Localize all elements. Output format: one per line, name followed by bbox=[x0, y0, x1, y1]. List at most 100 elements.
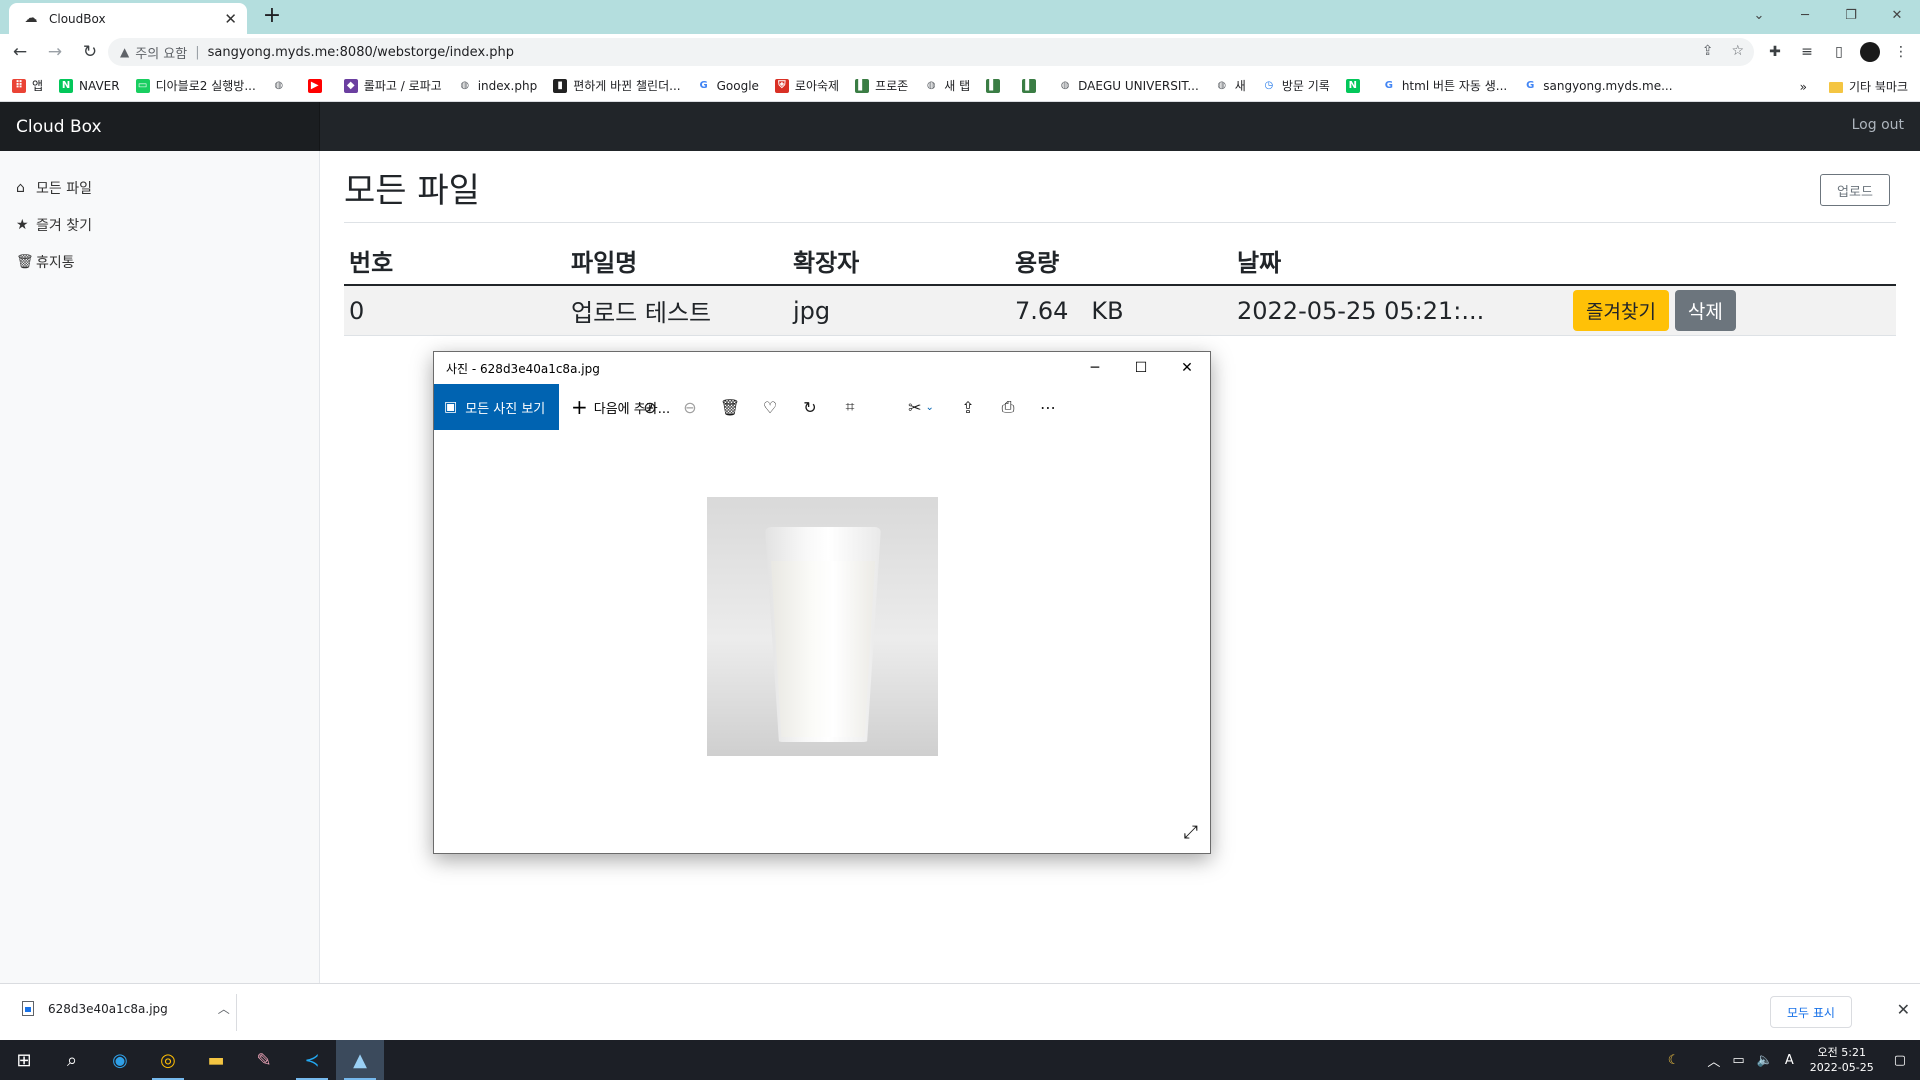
bookmark-star-icon[interactable]: ☆ bbox=[1731, 43, 1744, 59]
close-window-icon[interactable]: ✕ bbox=[1874, 0, 1920, 30]
heart-icon[interactable]: ♡ bbox=[755, 384, 785, 430]
photos-app-icon[interactable]: ▲ bbox=[336, 1040, 384, 1080]
glass-shape bbox=[765, 527, 881, 742]
volume-icon[interactable]: 🔈 bbox=[1757, 1053, 1773, 1068]
close-icon[interactable]: ✕ bbox=[1897, 1000, 1910, 1019]
zoom-in-icon[interactable]: ⊕ bbox=[635, 384, 665, 430]
share-icon[interactable]: ⇪ bbox=[953, 384, 983, 430]
windows-start-icon[interactable]: ⊞ bbox=[0, 1040, 48, 1080]
bookmark-item[interactable]: N NAVER bbox=[59, 78, 120, 93]
bookmark-item[interactable]: ▭ 디아블로2 실행방... bbox=[135, 77, 256, 94]
browser-tab[interactable]: ☁ CloudBox ✕ bbox=[9, 3, 247, 34]
delete-icon[interactable]: 🗑 bbox=[715, 384, 745, 430]
search-icon[interactable]: ⌕ bbox=[48, 1040, 96, 1080]
bookmark-item[interactable]: ◆ 롤파고 / 로파고 bbox=[343, 77, 442, 94]
maximize-icon[interactable]: ☐ bbox=[1118, 352, 1164, 384]
print-icon[interactable]: ⎙ bbox=[993, 384, 1023, 430]
forward-icon[interactable]: → bbox=[40, 37, 70, 67]
see-all-photos-button[interactable]: ▣ 모든 사진 보기 bbox=[434, 384, 559, 430]
bookmark-item[interactable]: ▮ 편하게 바뀐 챌린더... bbox=[553, 77, 681, 94]
photos-window-controls: ─ ☐ ✕ bbox=[1072, 352, 1210, 384]
fullscreen-icon[interactable]: ⤢ bbox=[1184, 822, 1198, 843]
tab-search-icon[interactable]: ⌄ bbox=[1736, 0, 1782, 30]
bookmark-item[interactable]: Ghtml 버튼 자동 생... bbox=[1382, 77, 1508, 94]
bookmark-label: 새 bbox=[1234, 79, 1246, 93]
cell-filename[interactable]: 업로드 테스트 bbox=[566, 285, 788, 336]
more-bookmarks-button[interactable]: » bbox=[1800, 80, 1807, 94]
tab-close-icon[interactable]: ✕ bbox=[224, 10, 237, 28]
rotate-icon[interactable]: ↻ bbox=[795, 384, 825, 430]
restore-icon[interactable]: ❐ bbox=[1828, 0, 1874, 30]
file-explorer-icon[interactable]: ▬ bbox=[192, 1040, 240, 1080]
profile-avatar[interactable] bbox=[1860, 42, 1880, 62]
vscode-icon[interactable]: ≺ bbox=[288, 1040, 336, 1080]
column-header-filename[interactable]: 파일명 bbox=[566, 237, 788, 286]
edit-create-icon[interactable]: ✂ ⌄ bbox=[901, 384, 941, 430]
minimize-icon[interactable]: ─ bbox=[1782, 0, 1828, 30]
more-icon[interactable]: ⋯ bbox=[1033, 384, 1063, 430]
reload-icon[interactable]: ↻ bbox=[75, 37, 105, 67]
reading-list-icon[interactable]: ≡ bbox=[1796, 38, 1818, 66]
network-icon[interactable]: ▭ bbox=[1732, 1053, 1744, 1068]
column-header-extension[interactable]: 확장자 bbox=[788, 237, 1010, 286]
sidebar-item-favorites[interactable]: ★ 즐겨 찾기 bbox=[0, 206, 319, 243]
show-all-button[interactable]: 모두 표시 bbox=[1770, 996, 1852, 1028]
other-bookmarks-folder[interactable]: 기타 북마크 bbox=[1828, 78, 1908, 95]
night-light-icon[interactable]: ☾ bbox=[1668, 1053, 1680, 1068]
chrome-icon[interactable]: ◎ bbox=[144, 1040, 192, 1080]
new-tab-button[interactable]: + bbox=[260, 5, 284, 29]
table-row[interactable]: 0 업로드 테스트 jpg 7.64 KB 2022-05-25 05:21:.… bbox=[344, 285, 1896, 336]
history-icon: ◷ bbox=[1264, 79, 1274, 91]
edge-icon[interactable]: ◉ bbox=[96, 1040, 144, 1080]
crop-icon[interactable]: ⌗ bbox=[835, 384, 865, 430]
bookmark-item[interactable]: ◍ index.php bbox=[458, 79, 537, 93]
favorite-button[interactable]: 즐겨찾기 bbox=[1573, 290, 1669, 331]
sidebar-item-all-files[interactable]: ⌂ 모든 파일 bbox=[0, 169, 319, 206]
download-item[interactable]: 628d3e40a1c8a.jpg ︿ bbox=[22, 1000, 230, 1017]
side-panel-icon[interactable]: ▯ bbox=[1828, 38, 1850, 66]
brand[interactable]: Cloud Box bbox=[0, 102, 320, 151]
ime-indicator[interactable]: A bbox=[1785, 1053, 1794, 1068]
logout-link[interactable]: Log out bbox=[1852, 117, 1904, 133]
clock[interactable]: 오전 5:21 2022-05-25 bbox=[1810, 1045, 1874, 1075]
bookmark-label: 편하게 바뀐 챌린더... bbox=[573, 79, 681, 93]
star-icon: ★ bbox=[16, 216, 29, 233]
notification-icon[interactable]: ▢ bbox=[1894, 1053, 1906, 1068]
naver-icon: N bbox=[1345, 78, 1360, 93]
column-header-size[interactable]: 용량 bbox=[1010, 237, 1232, 286]
menu-kebab-icon[interactable]: ⋮ bbox=[1890, 38, 1912, 66]
photo-milk-glass bbox=[707, 497, 938, 756]
bookmark-item[interactable]: Gsangyong.myds.me... bbox=[1523, 79, 1672, 93]
upload-button[interactable]: 업로드 bbox=[1820, 174, 1890, 206]
delete-button[interactable]: 삭제 bbox=[1674, 290, 1736, 331]
share-icon[interactable]: ⇪ bbox=[1702, 43, 1714, 59]
address-bar[interactable]: ▲ 주의 요함 | sangyong.myds.me:8080/webstorg… bbox=[108, 38, 1754, 66]
bookmark-item[interactable]: ◍ 새 탭 bbox=[924, 77, 970, 94]
paint-icon[interactable]: ✎ bbox=[240, 1040, 288, 1080]
bookmark-item[interactable]: G Google bbox=[697, 79, 758, 93]
bookmark-item[interactable]: ▶ bbox=[307, 78, 328, 93]
bookmark-item[interactable]: ▌ bbox=[986, 78, 1006, 93]
chevron-up-icon[interactable]: ︿ bbox=[218, 1000, 230, 1017]
column-header-date[interactable]: 날짜 bbox=[1232, 237, 1568, 286]
bookmark-item[interactable]: ◍ 새 bbox=[1215, 77, 1246, 94]
back-icon[interactable]: ← bbox=[5, 37, 35, 67]
bookmark-item[interactable]: ◍ DAEGU UNIVERSIT... bbox=[1058, 79, 1199, 93]
chevron-up-icon[interactable]: ︿ bbox=[1707, 1051, 1720, 1070]
minimize-icon[interactable]: ─ bbox=[1072, 352, 1118, 384]
bookmark-item[interactable]: ⛨ 로아숙제 bbox=[774, 77, 839, 94]
warning-icon[interactable]: ▲ bbox=[120, 45, 129, 59]
bookmark-item[interactable]: ▌ bbox=[1022, 78, 1042, 93]
sidebar-item-trash[interactable]: 🗑 휴지통 bbox=[0, 243, 319, 280]
bookmark-item[interactable]: ◍ bbox=[272, 79, 292, 93]
zoom-out-icon[interactable]: ⊖ bbox=[675, 384, 705, 430]
bookmark-item[interactable]: N bbox=[1345, 78, 1366, 93]
extensions-icon[interactable]: ✚ bbox=[1764, 38, 1786, 66]
column-header-number[interactable]: 번호 bbox=[344, 237, 566, 286]
bookmark-item[interactable]: ◷ 방문 기록 bbox=[1262, 77, 1329, 94]
close-icon[interactable]: ✕ bbox=[1164, 352, 1210, 384]
url-text[interactable]: sangyong.myds.me:8080/webstorge/index.ph… bbox=[208, 45, 514, 60]
bookmark-item[interactable]: ⠿ 앱 bbox=[12, 77, 43, 94]
security-warning-label[interactable]: 주의 요함 bbox=[135, 43, 187, 62]
bookmark-item[interactable]: ▌ 프로존 bbox=[855, 77, 908, 94]
